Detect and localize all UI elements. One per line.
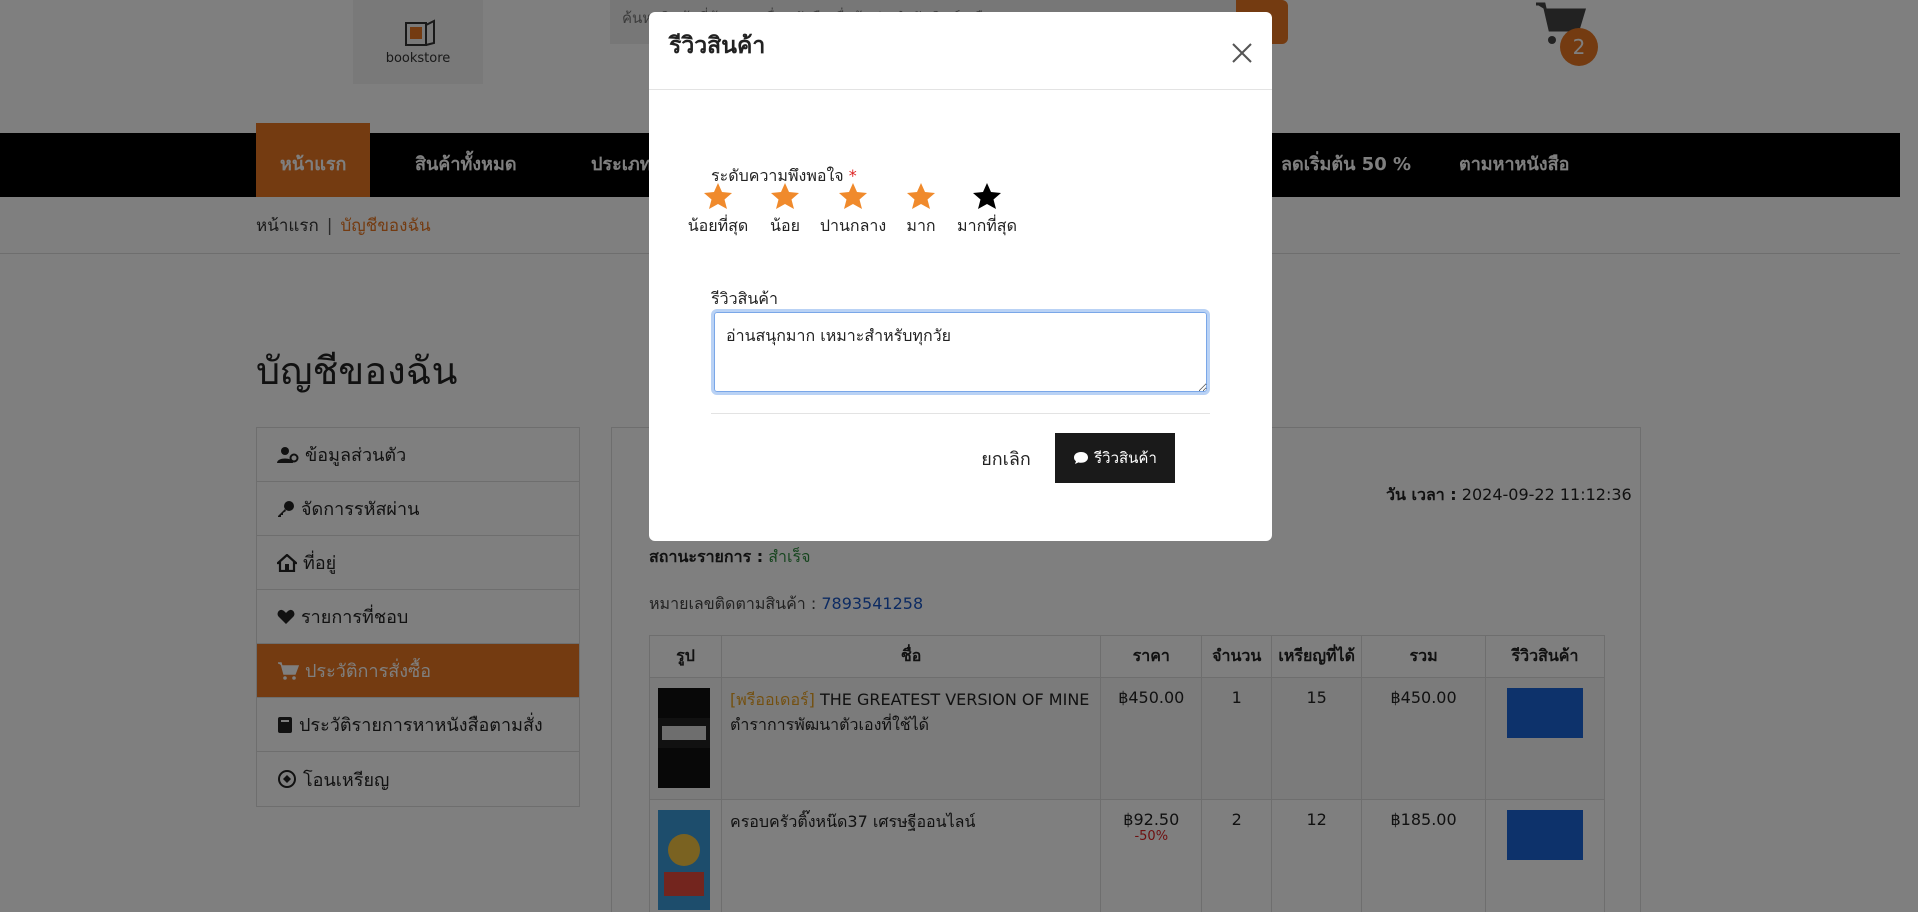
- rating-option-label: มากที่สุด: [957, 216, 1017, 235]
- rating-option-label: มาก: [906, 216, 936, 235]
- review-textarea[interactable]: อ่านสนุกมาก เหมาะสำหรับทุกวัย: [711, 309, 1210, 395]
- modal-title: รีวิวสินค้า: [669, 33, 766, 59]
- rating-option-5[interactable]: มากที่สุด: [942, 182, 1032, 239]
- close-icon: [1232, 43, 1252, 63]
- modal-divider: [711, 413, 1210, 414]
- cancel-button[interactable]: ยกเลิก: [966, 433, 1046, 483]
- rating-option-label: น้อย: [770, 216, 800, 235]
- star-icon: [704, 183, 732, 209]
- submit-review-label: รีวิวสินค้า: [1094, 449, 1157, 467]
- star-icon: [771, 183, 799, 209]
- submit-review-button[interactable]: รีวิวสินค้า: [1055, 433, 1175, 483]
- comment-icon: [1074, 452, 1089, 464]
- star-icon: [973, 183, 1001, 209]
- star-icon: [839, 183, 867, 209]
- star-icon: [907, 183, 935, 209]
- close-button[interactable]: [1229, 40, 1255, 66]
- modal-header: รีวิวสินค้า: [649, 12, 1272, 90]
- review-modal: รีวิวสินค้า ระดับความพึงพอใจ * น้อยที่สุ…: [649, 12, 1272, 541]
